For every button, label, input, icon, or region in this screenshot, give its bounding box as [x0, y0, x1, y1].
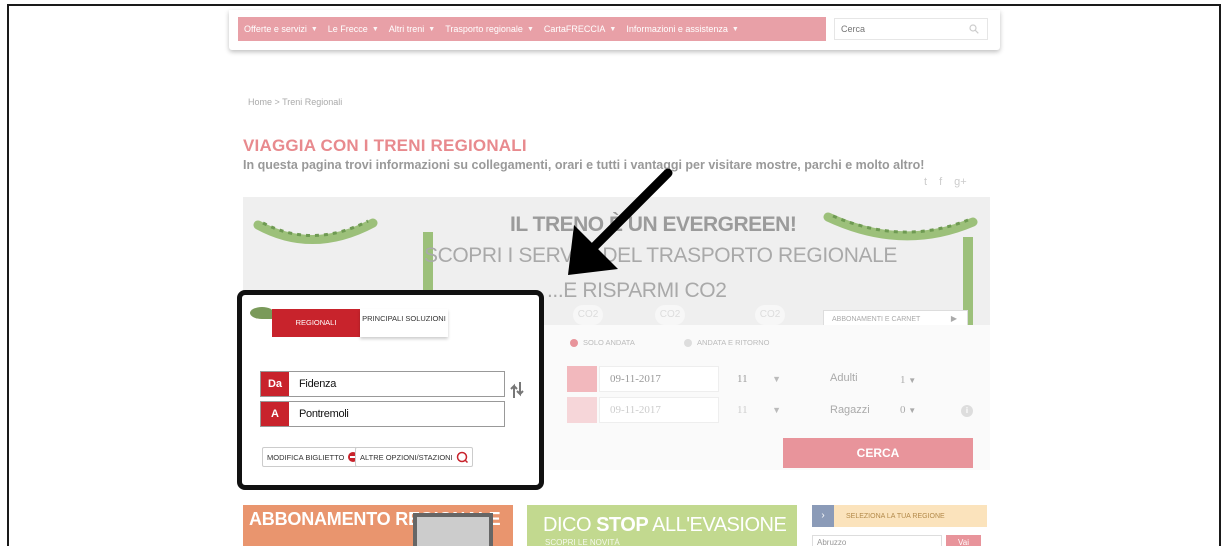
chevron-down-icon: ▼ [908, 376, 917, 385]
search-input[interactable] [835, 19, 955, 39]
menu-label: Trasporto regionale [445, 24, 523, 34]
chevron-down-icon: ▼ [428, 25, 436, 33]
twitter-icon[interactable]: t [924, 176, 927, 188]
to-value: Pontremoli [299, 408, 349, 420]
from-value: Fidenza [299, 378, 337, 390]
swap-stations-icon[interactable] [510, 380, 524, 400]
menu-label: Le Frecce [327, 24, 368, 34]
to-label: A [261, 402, 289, 426]
co2-bubble: CO2 [655, 305, 685, 325]
hour-value: 11 [737, 373, 748, 385]
departure-hour-select[interactable]: 11 ▼ [727, 366, 789, 392]
menu-label: Informazioni e assistenza [626, 24, 728, 34]
promo-dico-stop[interactable]: DICO STOP ALL'EVASIONE SCOPRI LE NOVITÀ [527, 505, 797, 546]
options-search-icon [456, 451, 468, 463]
kids-label: Ragazzi [830, 404, 870, 416]
breadcrumb[interactable]: Home > Treni Regionali [248, 97, 342, 107]
menu-cartafreccia[interactable]: CartaFRECCIA ▼ [544, 24, 616, 34]
region-dropdown[interactable]: Abruzzo [812, 535, 942, 546]
co2-bubble: CO2 [573, 305, 603, 325]
modify-ticket-button[interactable]: MODIFICA BIGLIETTO [262, 447, 365, 467]
tab-principali-soluzioni[interactable]: PRINCIPALI SOLUZIONI [360, 309, 448, 337]
radio-return[interactable]: ANDATA E RITORNO [684, 338, 770, 347]
radio-label: ANDATA E RITORNO [697, 338, 770, 347]
adults-value: 1 [900, 374, 906, 386]
search-button[interactable]: CERCA [783, 438, 973, 468]
chevron-down-icon: ▼ [371, 25, 379, 33]
promo-abbonamento[interactable]: ABBONAMENTO REGIONALE [243, 505, 513, 546]
departure-date-field[interactable]: 09-11-2017 [599, 366, 719, 392]
menu-label: Altri treni [388, 24, 425, 34]
chevron-right-icon: › [812, 505, 834, 527]
region-selector: › SELEZIONA LA TUA REGIONE Abruzzo Vai [812, 505, 987, 546]
menu-altri-treni[interactable]: Altri treni ▼ [389, 24, 435, 34]
modify-ticket-label: MODIFICA BIGLIETTO [267, 452, 345, 462]
google-plus-icon[interactable]: g+ [954, 176, 967, 188]
radio-selected-icon [570, 338, 578, 347]
calendar-icon[interactable] [567, 397, 597, 423]
menu-offerte[interactable]: Offerte e servizi ▼ [244, 24, 318, 34]
menu-label: Offerte e servizi [244, 24, 307, 34]
subscriptions-label: ABBONAMENTI E CARNET [832, 315, 921, 323]
annotation-arrow-icon [568, 168, 673, 275]
hour-value: 11 [737, 404, 748, 416]
promo-dico-stop-sub: SCOPRI LE NOVITÀ [545, 538, 620, 546]
promo-title-prefix: DICO [543, 514, 597, 536]
adults-label: Adulti [830, 372, 858, 384]
garland-left-icon [253, 218, 378, 244]
info-icon[interactable]: i [961, 405, 973, 417]
promo-title-bold: STOP [596, 514, 649, 536]
highlighted-search-form: REGIONALI PRINCIPALI SOLUZIONI Da Fidenz… [237, 290, 544, 490]
return-hour-select[interactable]: 11 ▼ [727, 397, 789, 423]
chevron-down-icon: ▼ [772, 374, 781, 384]
device-image [413, 513, 493, 546]
other-options-button[interactable]: ALTRE OPZIONI/STAZIONI [355, 447, 473, 467]
chevron-right-icon: ▶ [950, 314, 957, 323]
promo-title-suffix: ALL'EVASIONE [648, 514, 787, 536]
return-date-field[interactable]: 09-11-2017 [599, 397, 719, 423]
chevron-down-icon: ▼ [908, 406, 917, 415]
main-menu: Offerte e servizi ▼ Le Frecce ▼ Altri tren… [238, 17, 826, 41]
leaf-icon [250, 307, 274, 319]
chevron-down-icon: ▼ [731, 25, 739, 33]
calendar-icon[interactable] [567, 366, 597, 392]
radio-unselected-icon [684, 338, 692, 347]
region-header[interactable]: › SELEZIONA LA TUA REGIONE [812, 505, 987, 527]
tab-regionali[interactable]: REGIONALI [272, 309, 360, 337]
search-box [834, 18, 988, 40]
menu-frecce[interactable]: Le Frecce ▼ [328, 24, 379, 34]
other-options-label: ALTRE OPZIONI/STAZIONI [360, 452, 453, 462]
top-navigation: Offerte e servizi ▼ Le Frecce ▼ Altri tren… [229, 10, 1000, 50]
page-title: VIAGGIA CON I TRENI REGIONALI [243, 136, 527, 155]
from-label: Da [261, 372, 289, 396]
co2-bubble: CO2 [755, 305, 785, 325]
kids-select[interactable]: 0 ▼ [900, 404, 916, 416]
radio-label: SOLO ANDATA [583, 338, 635, 347]
from-station-field[interactable]: Da Fidenza [260, 371, 505, 397]
facebook-icon[interactable]: f [939, 176, 942, 188]
menu-trasporto-regionale[interactable]: Trasporto regionale ▼ [445, 24, 534, 34]
to-station-field[interactable]: A Pontremoli [260, 401, 505, 427]
promo-dico-stop-title: DICO STOP ALL'EVASIONE [543, 514, 787, 537]
chevron-down-icon: ▼ [526, 25, 534, 33]
menu-label: CartaFRECCIA [543, 24, 606, 34]
radio-one-way[interactable]: SOLO ANDATA [570, 338, 635, 347]
region-title: SELEZIONA LA TUA REGIONE [846, 512, 945, 520]
chevron-down-icon: ▼ [609, 25, 617, 33]
chevron-down-icon: ▼ [310, 25, 318, 33]
search-icon[interactable] [969, 24, 979, 34]
region-go-button[interactable]: Vai [946, 535, 981, 546]
menu-informazioni[interactable]: Informazioni e assistenza ▼ [626, 24, 739, 34]
kids-value: 0 [900, 404, 906, 416]
chevron-down-icon: ▼ [772, 405, 781, 415]
adults-select[interactable]: 1 ▼ [900, 374, 916, 386]
social-links: t f g+ [924, 176, 967, 188]
